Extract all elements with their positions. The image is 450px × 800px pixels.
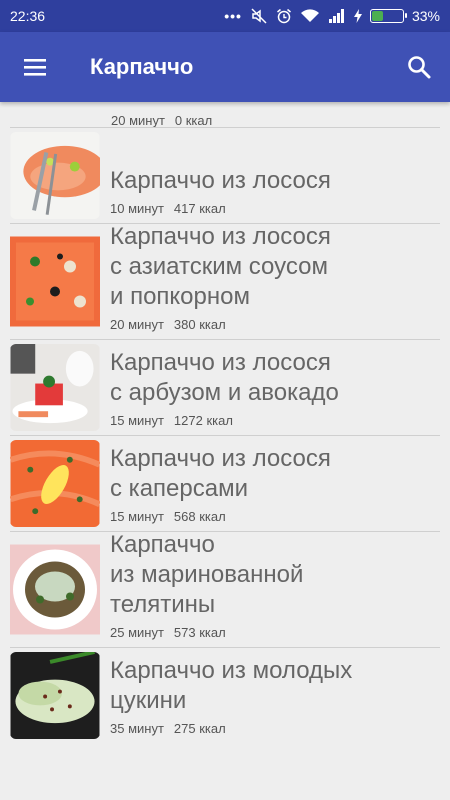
marinated-veal-photo (10, 544, 100, 635)
recipe-kcal: 0 ккал (174, 113, 213, 127)
recipe-kcal: 1272 ккал (173, 413, 233, 428)
recipe-time: 15 минут (110, 509, 164, 524)
app-bar: Карпаччо (0, 32, 450, 102)
recipe-time: 10 минут (110, 201, 164, 216)
recipe-title: Карпаччо из лосося с азиатским соусом и … (110, 223, 331, 310)
recipe-title: Карпаччо из молодых цукини (110, 657, 353, 714)
page-title: Карпаччо (90, 54, 194, 79)
zucchini-carpaccio-photo (10, 652, 100, 739)
list-item[interactable]: Карпаччо из лосося с азиатским соусом и … (0, 223, 450, 339)
status-time: 22:36 (10, 8, 46, 24)
list-item[interactable]: Карпаччо из маринованной телятины 25 мин… (0, 531, 450, 647)
salmon-asian-sauce-photo (10, 236, 100, 327)
list-item[interactable]: Карпаччо из молодых цукини 35 минут 275 к… (0, 648, 450, 743)
list-item[interactable]: Карпаччо из лосося 10 минут 417 ккал (0, 128, 450, 223)
alarm-icon (276, 8, 291, 24)
recipe-kcal: 568 ккал (173, 509, 226, 524)
recipe-kcal: 573 ккал (173, 625, 226, 640)
recipe-title: Карпаччо из лосося (110, 167, 331, 194)
recipe-time: 25 минут (110, 625, 164, 640)
hamburger-menu-icon[interactable] (0, 32, 70, 102)
recipe-list[interactable]: 20 минут 0 ккал Карпаччо из лосося 10 мин… (0, 102, 450, 800)
recipe-time: 20 минут (110, 317, 164, 332)
search-icon[interactable] (388, 32, 450, 102)
recipe-title: Карпаччо из лосося с каперсами (110, 445, 331, 502)
recipe-title: Карпаччо из лосося с арбузом и авокадо (110, 349, 339, 406)
list-item-partial[interactable]: 20 минут 0 ккал (0, 102, 450, 127)
list-item[interactable]: Карпаччо из лосося с арбузом и авокадо 1… (0, 340, 450, 435)
dots-icon: ••• (224, 8, 242, 24)
wifi-icon (300, 9, 319, 22)
recipe-title: Карпаччо из маринованной телятины (110, 531, 304, 618)
status-bar: 22:36 ••• 33% (0, 0, 450, 32)
recipe-kcal: 275 ккал (173, 721, 226, 736)
salmon-watermelon-photo (10, 344, 100, 431)
recipe-time: 35 минут (110, 721, 164, 736)
charging-icon (353, 9, 362, 23)
signal-icon (328, 9, 344, 23)
battery-icon (369, 9, 407, 23)
battery-percent: 33% (411, 8, 440, 24)
list-item[interactable]: Карпаччо из лосося с каперсами 15 минут 5… (0, 436, 450, 531)
salmon-capers-photo (10, 440, 100, 527)
recipe-kcal: 380 ккал (173, 317, 226, 332)
status-icons: ••• 33% (224, 8, 440, 24)
recipe-time: 20 минут (111, 113, 165, 127)
recipe-time: 15 минут (110, 413, 164, 428)
recipe-kcal: 417 ккал (173, 201, 226, 216)
mute-icon (251, 8, 267, 24)
salmon-carpaccio-photo (10, 132, 100, 219)
